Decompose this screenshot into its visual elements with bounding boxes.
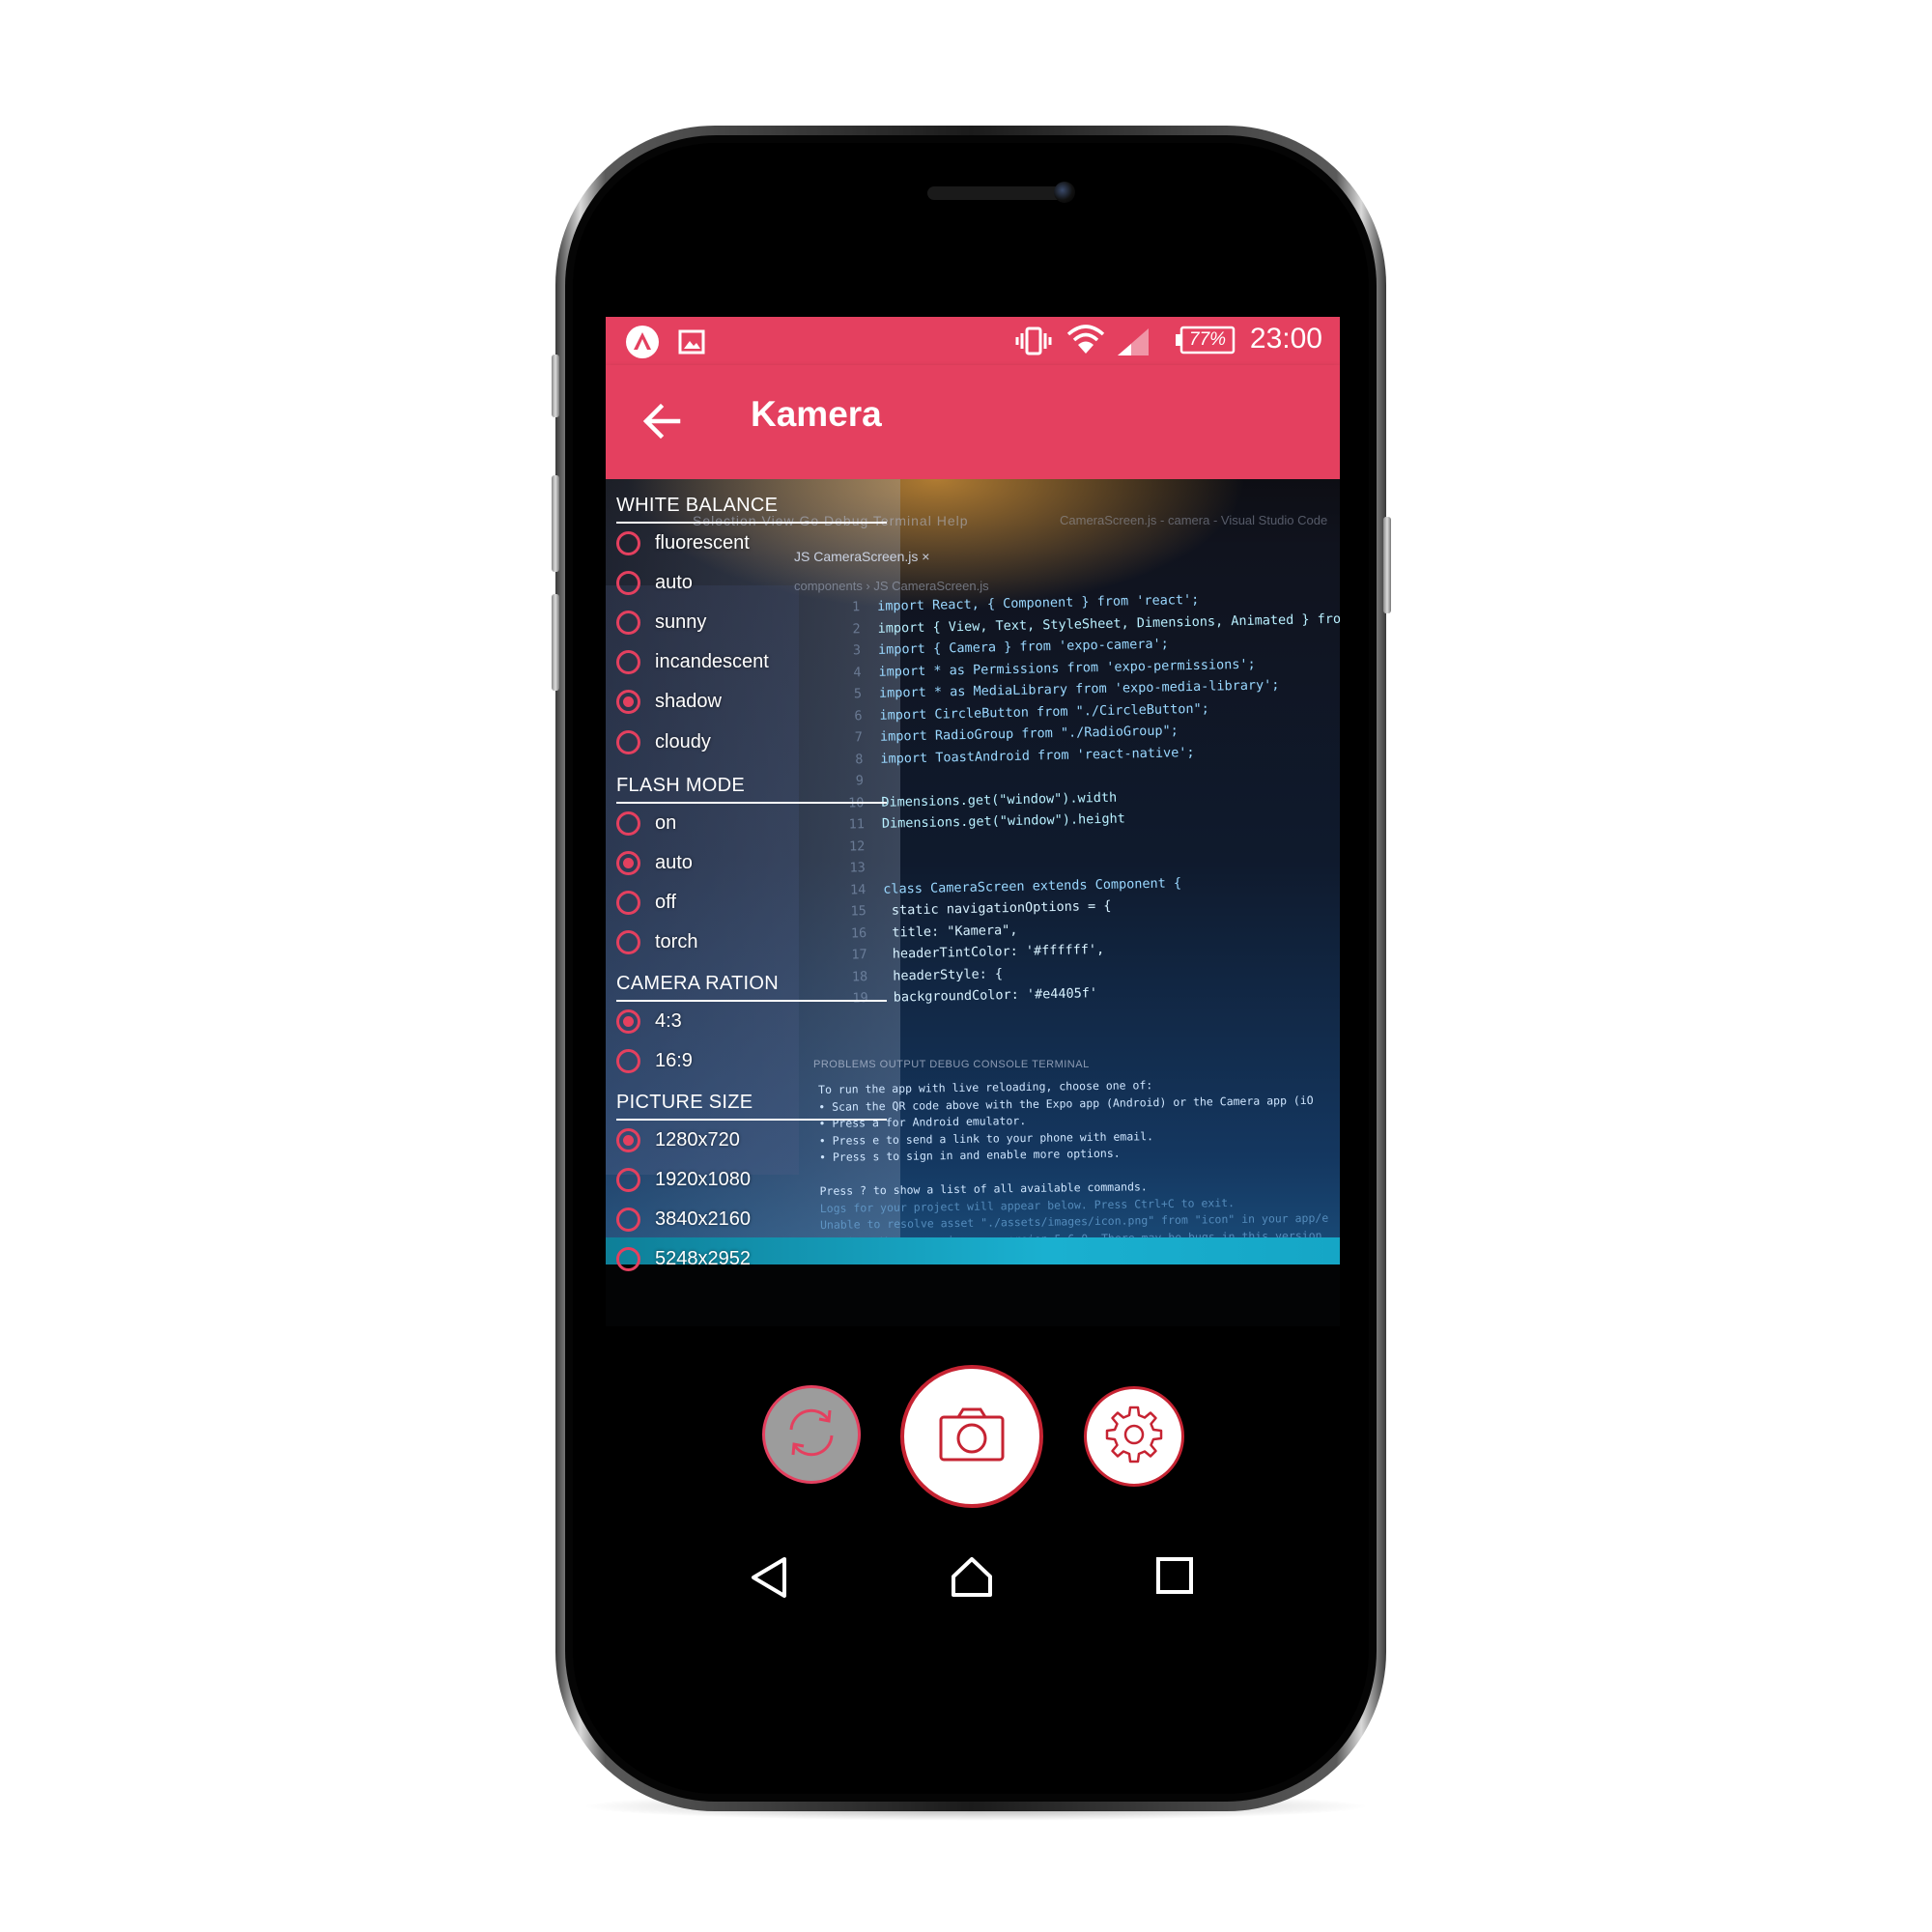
code-text: backgroundColor: '#e4405f'	[885, 985, 1098, 1006]
editor-window-title: CameraScreen.js - camera - Visual Studio…	[1060, 513, 1328, 527]
radio-dot	[623, 696, 634, 708]
option-label: shadow	[655, 691, 722, 713]
option-label: cloudy	[655, 730, 711, 753]
front-camera-lens	[1054, 182, 1075, 203]
picture-size-option[interactable]: 1920x1080	[616, 1162, 751, 1197]
picture-size-option[interactable]: 5248x2952	[616, 1242, 751, 1277]
settings-button[interactable]	[1084, 1386, 1184, 1487]
radio-button[interactable]	[616, 610, 640, 635]
option-label: 3840x2160	[655, 1208, 751, 1230]
android-nav-bar	[606, 1524, 1340, 1631]
radio-button[interactable]	[616, 810, 640, 836]
option-label: off	[655, 891, 676, 913]
option-label: torch	[655, 931, 698, 953]
radio-button[interactable]	[616, 729, 640, 754]
phone-side-button-left-mid	[552, 475, 559, 572]
flash-mode-header: FLASH MODE	[616, 775, 887, 804]
code-text: title: "Kamera",	[884, 922, 1018, 941]
image-icon	[678, 328, 705, 360]
wifi-icon	[1066, 325, 1105, 360]
flash-mode-option[interactable]: off	[616, 885, 676, 920]
arrow-left-icon[interactable]	[639, 399, 684, 443]
radio-button[interactable]	[616, 1127, 640, 1152]
terminal-output: To run the app with live reloading, choo…	[818, 1075, 1340, 1282]
camera-ratio-header: CAMERA RATION	[616, 973, 887, 1002]
phone-power-button	[1383, 517, 1391, 613]
status-time: 23:00	[1249, 323, 1322, 355]
square-recents-icon[interactable]	[1154, 1555, 1195, 1601]
code-text: headerStyle: {	[884, 965, 1004, 984]
option-label: 1280x720	[655, 1128, 740, 1151]
radio-button[interactable]	[616, 650, 640, 675]
code-text: import React, { Component } from 'react'…	[876, 591, 1200, 614]
option-label: fluorescent	[655, 531, 750, 554]
radio-button[interactable]	[616, 530, 640, 555]
radio-button[interactable]	[616, 930, 640, 955]
option-label: 1920x1080	[655, 1168, 751, 1190]
camera-icon	[937, 1406, 1007, 1468]
signal-icon	[1116, 327, 1151, 362]
triangle-back-icon[interactable]	[748, 1555, 790, 1605]
option-label: 4:3	[655, 1009, 682, 1032]
white-balance-option[interactable]: cloudy	[616, 724, 711, 759]
option-label: auto	[655, 571, 693, 593]
option-label: auto	[655, 851, 693, 873]
white-balance-option[interactable]: fluorescent	[616, 526, 750, 560]
radio-button[interactable]	[616, 1247, 640, 1272]
radio-button[interactable]	[616, 1009, 640, 1034]
picture-size-option[interactable]: 3840x2160	[616, 1202, 751, 1236]
shutter-button[interactable]	[900, 1365, 1043, 1508]
phone-screen: 77% 23:00 Kamera Selection View Go Debug…	[606, 317, 1340, 1631]
picture-size-option[interactable]: 1280x720	[616, 1122, 740, 1157]
gear-icon	[1101, 1402, 1167, 1472]
radio-dot	[623, 857, 634, 868]
radio-dot	[623, 1134, 634, 1146]
code-text: headerTintColor: '#ffffff',	[884, 941, 1105, 962]
picture-size-header: PICTURE SIZE	[616, 1092, 887, 1121]
option-label: 5248x2952	[655, 1248, 751, 1270]
radio-button[interactable]	[616, 890, 640, 915]
option-label: incandescent	[655, 651, 769, 673]
option-label: sunny	[655, 611, 707, 633]
flip-camera-button[interactable]	[762, 1385, 861, 1484]
white-balance-option[interactable]: shadow	[616, 685, 722, 720]
phone-side-button-left-top	[552, 355, 559, 417]
camera-ratio-option[interactable]: 16:9	[616, 1043, 693, 1078]
home-icon[interactable]	[949, 1553, 995, 1605]
flash-mode-option[interactable]: auto	[616, 845, 693, 880]
battery-percent: 77%	[1189, 329, 1227, 350]
flash-mode-option[interactable]: on	[616, 806, 676, 840]
radio-button[interactable]	[616, 1207, 640, 1232]
white-balance-header: WHITE BALANCE	[616, 495, 887, 524]
vibrate-icon	[1014, 327, 1053, 360]
camera-settings-panel: WHITE BALANCE fluorescent auto sunny incand…	[606, 479, 895, 1474]
radio-button[interactable]	[616, 570, 640, 595]
radio-button[interactable]	[616, 1167, 640, 1192]
expo-app-icon	[625, 325, 660, 364]
white-balance-option[interactable]: sunny	[616, 605, 706, 639]
white-balance-option[interactable]: auto	[616, 565, 693, 600]
phone-side-button-left-bottom	[552, 594, 559, 691]
app-bar: Kamera	[606, 365, 1340, 479]
option-label: on	[655, 811, 677, 834]
flash-mode-option[interactable]: torch	[616, 925, 697, 960]
radio-dot	[623, 1015, 634, 1027]
camera-flip-icon	[780, 1401, 843, 1469]
page-title: Kamera	[751, 394, 882, 434]
radio-button[interactable]	[616, 690, 640, 715]
white-balance-option[interactable]: incandescent	[616, 645, 769, 680]
radio-button[interactable]	[616, 1048, 640, 1073]
editor-code: 1 import React, { Component } from 'react…	[823, 589, 1340, 1054]
radio-button[interactable]	[616, 850, 640, 875]
phone-speaker	[927, 186, 1066, 200]
camera-ratio-option[interactable]: 4:3	[616, 1004, 682, 1038]
option-label: 16:9	[655, 1049, 693, 1071]
status-bar: 77% 23:00	[606, 317, 1340, 365]
